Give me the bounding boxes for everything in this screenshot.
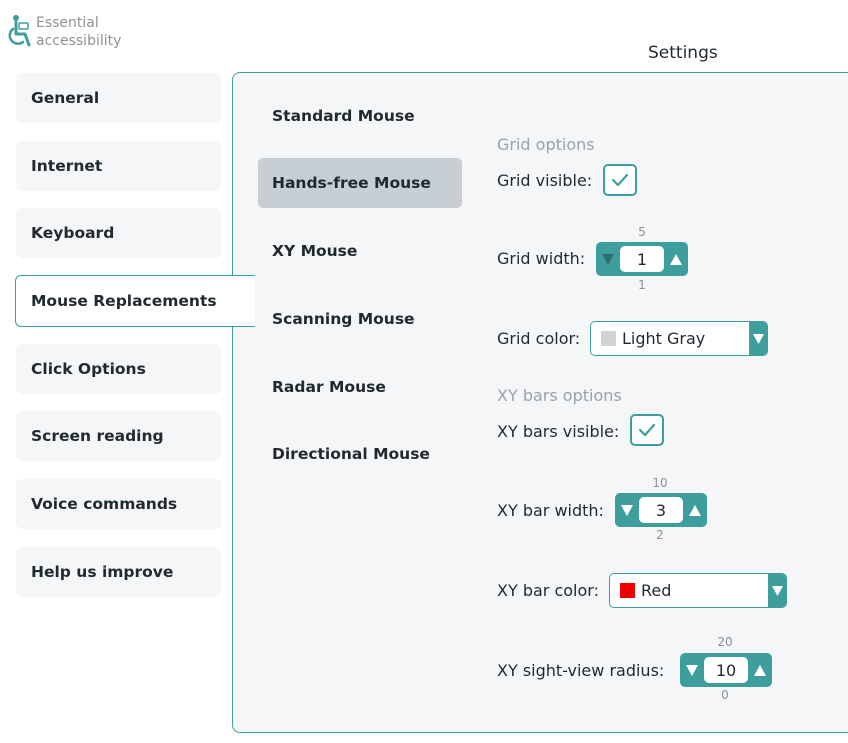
grid-width-label: Grid width:	[497, 249, 586, 268]
app-logo: Essential accessibility	[8, 14, 121, 50]
xy-radius-min: 0	[721, 688, 729, 702]
checkmark-icon	[611, 173, 629, 187]
submenu-xy-mouse[interactable]: XY Mouse	[258, 226, 462, 276]
color-swatch	[601, 331, 616, 346]
grid-width-max: 5	[638, 225, 646, 239]
checkmark-icon	[638, 423, 656, 437]
color-swatch	[620, 583, 635, 598]
app-name-line1: Essential	[36, 15, 99, 31]
page-title: Settings	[648, 43, 718, 63]
grid-width-min: 1	[638, 278, 646, 292]
xy-bar-width-stepper[interactable]: 3	[615, 493, 707, 527]
sidebar-item-help-us-improve[interactable]: Help us improve	[16, 547, 221, 597]
increment-icon[interactable]	[753, 663, 767, 677]
xy-radius-max: 20	[717, 635, 733, 649]
xy-bar-width-max: 10	[652, 476, 668, 490]
grid-options-heading: Grid options	[497, 135, 595, 154]
grid-visible-label: Grid visible:	[497, 171, 593, 190]
decrement-icon[interactable]	[685, 663, 699, 677]
submenu-scanning-mouse[interactable]: Scanning Mouse	[258, 294, 462, 344]
decrement-disabled-icon	[601, 252, 615, 266]
xy-bar-color-select[interactable]: Red	[609, 573, 787, 608]
grid-color-label: Grid color:	[497, 329, 581, 348]
sidebar-item-click-options[interactable]: Click Options	[16, 344, 221, 394]
xy-bar-color-value: Red	[641, 581, 672, 600]
sidebar-item-keyboard[interactable]: Keyboard	[16, 208, 221, 258]
submenu-directional-mouse[interactable]: Directional Mouse	[258, 429, 462, 479]
submenu-hands-free-mouse[interactable]: Hands-free Mouse	[258, 158, 462, 208]
grid-width-value[interactable]: 1	[620, 246, 664, 272]
xy-radius-stepper[interactable]: 10	[680, 653, 772, 687]
chevron-down-icon[interactable]	[768, 574, 786, 607]
sidebar-item-general[interactable]: General	[16, 73, 221, 123]
xy-bars-visible-checkbox[interactable]	[630, 414, 664, 446]
app-name-line2: accessibility	[36, 33, 122, 49]
accessibility-icon	[8, 15, 31, 47]
settings-panel: Standard Mouse Hands-free Mouse XY Mouse…	[232, 72, 848, 733]
xy-radius-value[interactable]: 10	[704, 657, 748, 683]
xy-bar-color-label: XY bar color:	[497, 581, 599, 600]
increment-icon[interactable]	[669, 252, 683, 266]
sidebar-item-mouse-replacements[interactable]: Mouse Replacements	[15, 275, 255, 327]
xy-radius-label: XY sight-view radius:	[497, 661, 665, 680]
xy-bars-visible-label: XY bars visible:	[497, 422, 620, 441]
xy-bars-options-heading: XY bars options	[497, 386, 622, 405]
increment-icon[interactable]	[688, 503, 702, 517]
grid-visible-checkbox[interactable]	[603, 164, 637, 196]
decrement-icon[interactable]	[620, 503, 634, 517]
sidebar-item-voice-commands[interactable]: Voice commands	[16, 479, 221, 529]
grid-color-value: Light Gray	[622, 329, 706, 348]
grid-color-select[interactable]: Light Gray	[590, 321, 768, 356]
sidebar-item-screen-reading[interactable]: Screen reading	[16, 411, 221, 461]
submenu-standard-mouse[interactable]: Standard Mouse	[258, 91, 462, 141]
sidebar-item-internet[interactable]: Internet	[16, 141, 221, 191]
chevron-down-icon[interactable]	[749, 322, 767, 355]
xy-bar-width-value[interactable]: 3	[639, 497, 683, 523]
submenu-radar-mouse[interactable]: Radar Mouse	[258, 362, 462, 412]
xy-bar-width-min: 2	[656, 528, 664, 542]
xy-bar-width-label: XY bar width:	[497, 501, 604, 520]
grid-width-stepper[interactable]: 1	[596, 242, 688, 276]
